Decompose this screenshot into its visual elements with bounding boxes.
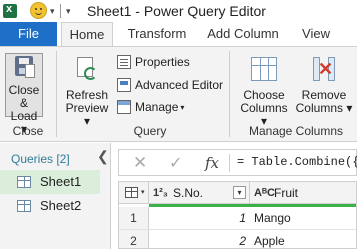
remove-columns-button[interactable]: ✕ Remove Columns ▾ bbox=[294, 57, 354, 119]
feedback-smiley-icon[interactable] bbox=[30, 2, 47, 19]
ribbon-tabs: File Home Transform Add Column View bbox=[0, 22, 357, 46]
query-item-label: Sheet2 bbox=[40, 198, 82, 213]
cell-sno[interactable]: 2 bbox=[149, 230, 246, 248]
query-item-label: Sheet1 bbox=[40, 174, 82, 189]
table-menu-icon bbox=[125, 187, 138, 198]
group-label-manage-columns: Manage Columns bbox=[248, 124, 344, 138]
data-preview-grid: ▾ 1²₃ S.No. ▾ AᴮC Fruit 1 1 Mango 2 2 Ap… bbox=[118, 181, 357, 249]
column-header-sno[interactable]: 1²₃ S.No. ▾ bbox=[149, 182, 250, 204]
whole-number-type-icon[interactable]: 1²₃ bbox=[153, 182, 168, 204]
advanced-editor-label: Advanced Editor bbox=[135, 78, 224, 92]
close-and-load-icon bbox=[11, 56, 37, 80]
tab-home[interactable]: Home bbox=[61, 22, 113, 46]
cancel-formula-icon[interactable]: ✕ bbox=[133, 153, 147, 173]
queries-header: Queries [2] bbox=[11, 152, 70, 166]
formula-separator bbox=[229, 154, 230, 172]
collapse-pane-icon[interactable]: ❮ bbox=[97, 148, 109, 165]
table-row: 2 2 Apple bbox=[119, 229, 356, 248]
close-and-load-button[interactable]: Close & Load ▾ bbox=[5, 53, 43, 136]
title-bar: ▾ ▾ Sheet1 - Power Query Editor bbox=[0, 0, 357, 22]
table-icon bbox=[17, 176, 31, 188]
cell-sno[interactable]: 1 bbox=[149, 207, 246, 229]
tab-transform[interactable]: Transform bbox=[124, 22, 190, 46]
manage-icon bbox=[117, 100, 131, 114]
table-row: 1 1 Mango bbox=[119, 207, 356, 229]
table-menu-button[interactable]: ▾ bbox=[119, 182, 149, 204]
advanced-editor-icon bbox=[117, 78, 131, 92]
table-menu-dropdown-icon: ▾ bbox=[141, 189, 145, 196]
properties-label: Properties bbox=[135, 55, 190, 69]
insert-function-icon[interactable]: fx bbox=[205, 154, 219, 172]
row-number[interactable]: 2 bbox=[119, 230, 149, 248]
feedback-dropdown-icon[interactable]: ▾ bbox=[50, 6, 55, 17]
formula-bar: ✕ ✓ fx = Table.Combine({Sh bbox=[118, 149, 357, 176]
remove-columns-icon: ✕ bbox=[311, 57, 337, 81]
column-header-fruit[interactable]: AᴮC Fruit bbox=[250, 182, 356, 204]
table-icon bbox=[17, 200, 31, 212]
cell-fruit[interactable]: Mango bbox=[254, 207, 291, 229]
tab-add-column[interactable]: Add Column bbox=[203, 22, 283, 46]
close-and-load-label-1: Close & bbox=[8, 83, 40, 110]
excel-icon[interactable] bbox=[3, 3, 17, 18]
quick-access-dropdown-icon[interactable]: ▾ bbox=[66, 6, 71, 17]
tab-view[interactable]: View bbox=[296, 22, 336, 46]
group-label-close: Close bbox=[12, 124, 44, 138]
query-item-sheet1[interactable]: Sheet1 bbox=[0, 170, 100, 194]
window-title: Sheet1 - Power Query Editor bbox=[87, 3, 266, 19]
column-header-label: Fruit bbox=[274, 186, 298, 200]
advanced-editor-button[interactable]: Advanced Editor bbox=[117, 76, 223, 94]
remove-columns-label-2: Columns ▾ bbox=[295, 101, 353, 115]
ribbon-separator bbox=[229, 51, 230, 137]
properties-icon bbox=[117, 55, 131, 69]
formula-input[interactable]: = Table.Combine({Sh bbox=[237, 155, 357, 169]
query-item-sheet2[interactable]: Sheet2 bbox=[0, 194, 100, 218]
filter-dropdown-icon[interactable]: ▾ bbox=[233, 186, 246, 199]
refresh-preview-button[interactable]: Refresh Preview ▾ bbox=[64, 57, 110, 128]
text-type-icon[interactable]: AᴮC bbox=[254, 182, 275, 204]
choose-columns-button[interactable]: Choose Columns ▾ bbox=[236, 57, 292, 128]
tab-file[interactable]: File bbox=[0, 22, 57, 46]
manage-dropdown-icon: ▾ bbox=[180, 103, 185, 112]
row-number[interactable]: 1 bbox=[119, 207, 149, 229]
choose-columns-icon bbox=[251, 57, 277, 81]
manage-label: Manage bbox=[135, 100, 179, 114]
group-label-query: Query bbox=[133, 124, 167, 138]
refresh-preview-label-2: Preview ▾ bbox=[65, 101, 109, 128]
refresh-icon bbox=[75, 57, 99, 83]
queries-pane: Queries [2] ❮ Sheet1 Sheet2 bbox=[0, 143, 111, 249]
ribbon: Close & Load ▾ Close Refresh Preview ▾ P… bbox=[0, 46, 357, 142]
commit-formula-icon[interactable]: ✓ bbox=[169, 153, 182, 173]
ribbon-separator bbox=[56, 51, 57, 137]
manage-button[interactable]: Manage ▾ bbox=[117, 98, 184, 116]
quick-access-separator bbox=[60, 4, 61, 18]
cell-fruit[interactable]: Apple bbox=[254, 230, 285, 248]
properties-button[interactable]: Properties bbox=[117, 53, 190, 71]
column-header-label: S.No. bbox=[173, 186, 204, 200]
